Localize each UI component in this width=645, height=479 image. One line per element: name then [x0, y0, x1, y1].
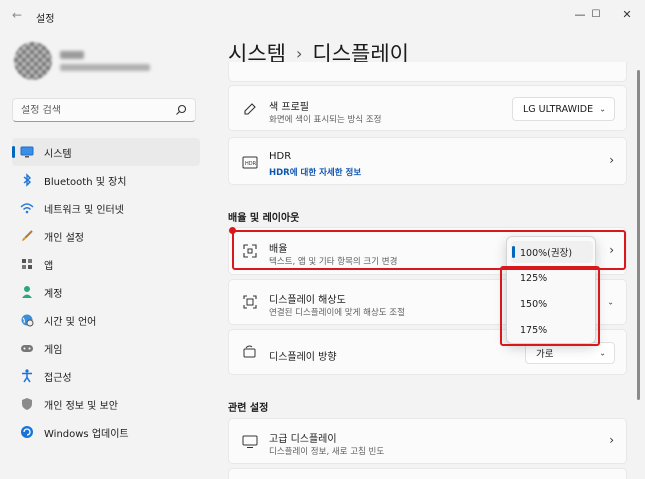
shield-icon [20, 397, 34, 411]
scale-subtitle: 텍스트, 앱 및 기타 항목의 크기 변경 [269, 257, 398, 267]
blurred-user-email [60, 64, 150, 71]
blurred-user-name [60, 51, 84, 59]
color-profile-title: 색 프로필 [269, 102, 309, 113]
color-profile-subtitle: 화면에 색이 표시되는 방식 조정 [269, 115, 382, 125]
app-title: 설정 [36, 14, 55, 25]
search-icon [176, 104, 187, 115]
sidebar-item-time-language[interactable]: 시간 및 언어 [12, 306, 200, 334]
highlight-marker-dot [229, 227, 236, 234]
chevron-down-icon: ⌄ [599, 348, 606, 358]
wifi-icon [20, 201, 34, 215]
color-profile-dropdown[interactable]: LG ULTRAWIDE ⌄ [512, 97, 615, 121]
sidebar-item-label: 시스템 [44, 148, 72, 160]
orientation-dropdown[interactable]: 가로 ⌄ [525, 342, 615, 364]
sidebar-item-personalization[interactable]: 개인 설정 [12, 222, 200, 250]
sidebar-item-label: 앱 [44, 260, 54, 272]
hdr-title: HDR [269, 151, 292, 162]
scale-option-125[interactable]: 125% [511, 267, 593, 289]
sidebar-nav: 시스템 Bluetooth 및 장치 네트워크 및 인터넷 개인 설정 앱 계정 [12, 138, 200, 446]
svg-text:HDR: HDR [245, 161, 257, 167]
chevron-down-icon: ⌄ [599, 104, 606, 114]
hdr-info-link[interactable]: HDR에 대한 자세한 정보 [269, 166, 361, 178]
hdr-icon: HDR [241, 153, 259, 171]
bluetooth-icon [20, 173, 34, 187]
back-arrow-icon[interactable]: ← [8, 6, 26, 24]
resolution-icon [241, 293, 259, 311]
chevron-right-icon: › [609, 243, 614, 257]
search-input[interactable] [21, 104, 171, 116]
resolution-title: 디스플레이 해상도 [269, 295, 346, 306]
apps-icon [20, 257, 34, 271]
sidebar-item-label: 네트워크 및 인터넷 [44, 204, 124, 216]
advanced-display-card[interactable]: 고급 디스플레이 디스플레이 정보, 새로 고침 빈도 › [228, 418, 627, 464]
sidebar-item-windows-update[interactable]: Windows 업데이트 [12, 418, 200, 446]
globe-clock-icon [20, 313, 34, 327]
person-icon [20, 285, 34, 299]
scale-layout-section-title: 배율 및 레이아웃 [228, 213, 300, 224]
brush-icon [20, 229, 34, 243]
sidebar-item-label: 계정 [44, 288, 63, 300]
scale-option-175[interactable]: 175% [511, 319, 593, 341]
eyedropper-icon [241, 100, 259, 118]
advanced-display-title: 고급 디스플레이 [269, 434, 337, 445]
monitor-outline-icon [241, 433, 259, 451]
previous-setting-card [228, 62, 627, 82]
scale-dropdown-popup: 100%(권장) 125% 150% 175% [506, 236, 596, 344]
sidebar-item-label: 게임 [44, 344, 63, 356]
sidebar-item-label: 시간 및 언어 [44, 316, 97, 328]
update-icon [20, 425, 34, 439]
sidebar-item-label: Windows 업데이트 [44, 428, 129, 440]
sidebar-item-accounts[interactable]: 계정 [12, 278, 200, 306]
resize-icon [241, 242, 259, 260]
sidebar-item-label: 개인 정보 및 보안 [44, 400, 118, 412]
chevron-down-icon: ⌄ [607, 297, 614, 307]
orientation-value: 가로 [536, 349, 554, 360]
search-box[interactable] [12, 98, 196, 122]
next-setting-card [228, 468, 627, 479]
sidebar-item-label: 개인 설정 [44, 232, 84, 244]
resolution-subtitle: 연결된 디스플레이에 맞게 해상도 조절 [269, 308, 405, 318]
breadcrumb-separator-icon: › [295, 43, 303, 63]
accessibility-icon [20, 369, 34, 383]
user-profile[interactable] [14, 42, 194, 84]
scale-option-150[interactable]: 150% [511, 293, 593, 315]
chevron-right-icon: › [609, 433, 614, 447]
color-profile-card[interactable]: 색 프로필 화면에 색이 표시되는 방식 조정 LG ULTRAWIDE ⌄ [228, 85, 627, 131]
close-button[interactable]: ✕ [612, 4, 642, 24]
related-settings-title: 관련 설정 [228, 403, 269, 414]
scale-title: 배율 [269, 244, 288, 255]
avatar [14, 42, 52, 80]
sidebar-item-label: 접근성 [44, 372, 72, 384]
scrollbar[interactable] [637, 70, 640, 400]
gamepad-icon [20, 341, 34, 355]
sidebar-item-privacy-security[interactable]: 개인 정보 및 보안 [12, 390, 200, 418]
sidebar-item-gaming[interactable]: 게임 [12, 334, 200, 362]
sidebar-item-apps[interactable]: 앱 [12, 250, 200, 278]
orientation-title: 디스플레이 방향 [269, 352, 337, 363]
maximize-button[interactable]: ☐ [581, 4, 611, 24]
advanced-display-subtitle: 디스플레이 정보, 새로 고침 빈도 [269, 447, 385, 457]
monitor-icon [20, 145, 34, 159]
chevron-right-icon: › [609, 153, 614, 167]
sidebar-item-bluetooth[interactable]: Bluetooth 및 장치 [12, 166, 200, 194]
rotate-display-icon [241, 343, 259, 361]
sidebar-item-network[interactable]: 네트워크 및 인터넷 [12, 194, 200, 222]
title-bar: ← 설정 — ☐ ✕ [0, 0, 645, 30]
hdr-card[interactable]: HDR HDR HDR에 대한 자세한 정보 › [228, 137, 627, 185]
color-profile-value: LG ULTRAWIDE [523, 103, 594, 115]
sidebar-item-label: Bluetooth 및 장치 [44, 176, 127, 188]
sidebar-item-system[interactable]: 시스템 [12, 138, 200, 166]
sidebar-item-accessibility[interactable]: 접근성 [12, 362, 200, 390]
scale-option-100[interactable]: 100%(권장) [511, 241, 593, 263]
